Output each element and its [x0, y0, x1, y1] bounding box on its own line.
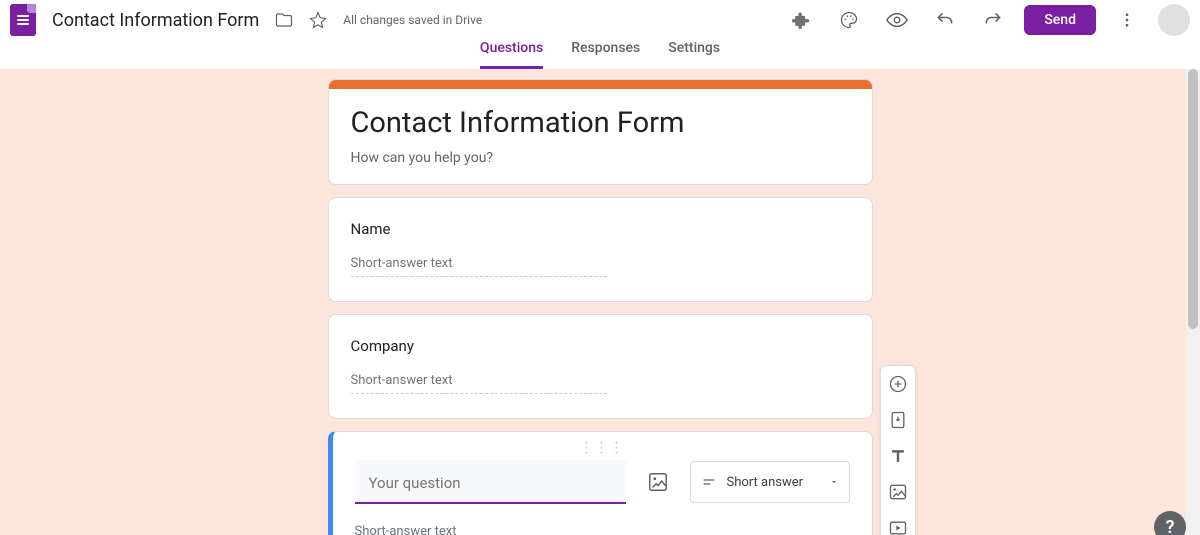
save-status: All changes saved in Drive [343, 13, 482, 27]
header-actions: Send [784, 3, 1190, 37]
account-avatar[interactable] [1158, 4, 1190, 36]
question-type-label: Short answer [727, 475, 804, 490]
add-image-button-toolbar[interactable] [886, 480, 910, 504]
move-to-folder-button[interactable] [267, 3, 301, 37]
chevron-down-icon [829, 477, 839, 487]
plus-circle-icon [888, 374, 908, 394]
question-card-company[interactable]: Company Short-answer text [328, 314, 873, 419]
question-label: Company [351, 337, 850, 355]
form-canvas: Contact Information Form How can you hel… [0, 69, 1200, 535]
form-title-card[interactable]: Contact Information Form How can you hel… [328, 79, 873, 185]
undo-icon [935, 10, 955, 30]
question-type-select[interactable]: Short answer [690, 461, 850, 503]
more-options-button[interactable] [1110, 3, 1144, 37]
video-icon [888, 518, 908, 535]
import-questions-button[interactable] [886, 408, 910, 432]
add-question-button[interactable] [886, 372, 910, 396]
drag-handle-icon[interactable]: ⋮⋮⋮ [355, 444, 850, 456]
customize-theme-button[interactable] [832, 3, 866, 37]
document-title[interactable]: Contact Information Form [52, 10, 259, 31]
forms-logo-icon[interactable] [10, 4, 36, 36]
preview-button[interactable] [880, 3, 914, 37]
question-card-name[interactable]: Name Short-answer text [328, 197, 873, 302]
add-image-button[interactable] [638, 462, 678, 502]
main-tabs: Questions Responses Settings [0, 40, 1200, 69]
scrollbar-thumb[interactable] [1188, 69, 1198, 329]
form-title[interactable]: Contact Information Form [351, 106, 850, 140]
question-card-editing[interactable]: ⋮⋮⋮ Short answer Short-answer text [328, 431, 873, 535]
star-icon [309, 11, 327, 29]
short-answer-preview: Short-answer text [355, 524, 611, 535]
redo-button[interactable] [976, 3, 1010, 37]
add-title-button[interactable] [886, 444, 910, 468]
tab-questions[interactable]: Questions [480, 40, 543, 69]
form-accent-bar [329, 80, 872, 89]
tab-responses[interactable]: Responses [571, 40, 640, 69]
question-label: Name [351, 220, 850, 238]
tab-settings[interactable]: Settings [668, 40, 720, 69]
undo-button[interactable] [928, 3, 962, 37]
image-icon [647, 471, 669, 493]
import-icon [888, 410, 908, 430]
eye-icon [886, 9, 908, 31]
floating-toolbar [880, 365, 916, 535]
short-answer-preview: Short-answer text [351, 373, 607, 394]
help-icon: ? [1166, 517, 1175, 535]
addons-button[interactable] [784, 3, 818, 37]
short-answer-preview: Short-answer text [351, 256, 607, 277]
question-title-input[interactable] [369, 474, 612, 492]
folder-icon [275, 11, 293, 29]
addon-icon [791, 10, 811, 30]
send-button[interactable]: Send [1024, 5, 1096, 35]
more-vert-icon [1118, 11, 1136, 29]
redo-icon [983, 10, 1003, 30]
palette-icon [839, 10, 859, 30]
header-toolbar: Contact Information Form All changes sav… [0, 0, 1200, 40]
question-edit-row: Short answer [355, 460, 850, 504]
question-input-wrap[interactable] [355, 460, 626, 504]
form-stack: Contact Information Form How can you hel… [328, 79, 873, 535]
form-description[interactable]: How can you help you? [351, 150, 850, 166]
star-button[interactable] [301, 3, 335, 37]
app-header: Contact Information Form All changes sav… [0, 0, 1200, 69]
scrollbar-track[interactable] [1186, 69, 1200, 535]
add-video-button[interactable] [886, 516, 910, 535]
title-icon [888, 446, 908, 466]
help-button[interactable]: ? [1154, 511, 1186, 535]
image-icon [888, 482, 908, 502]
short-answer-icon [701, 474, 717, 490]
logo-lines-icon [17, 15, 29, 25]
